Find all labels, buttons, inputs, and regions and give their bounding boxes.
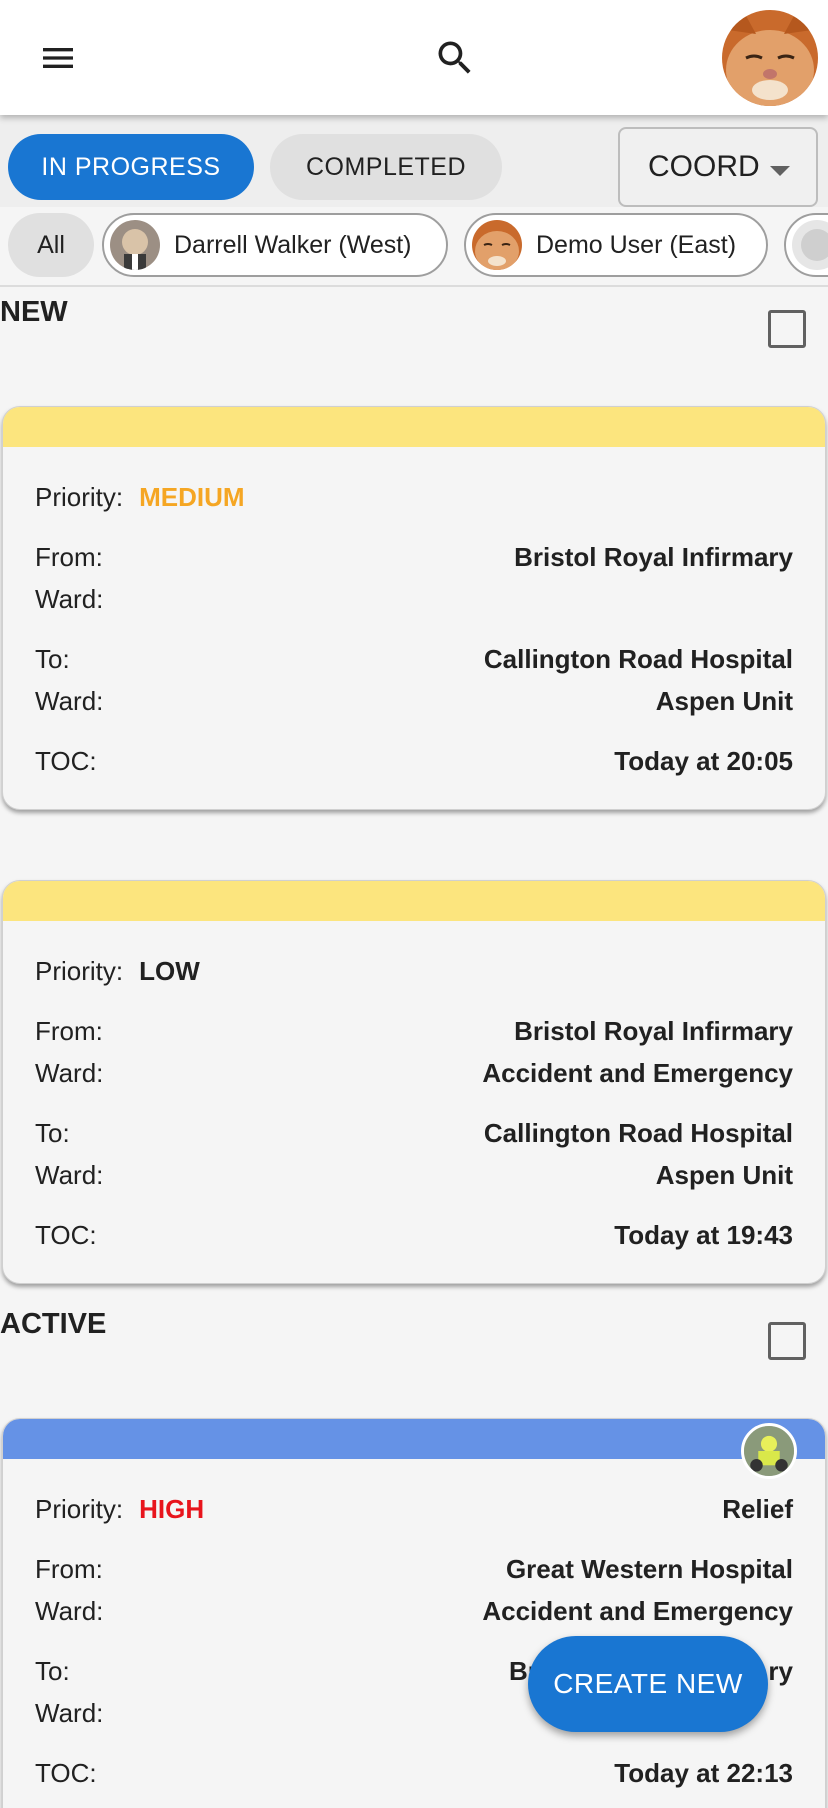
priority-row: Priority: LOW — [35, 953, 793, 989]
from-ward-value: Accident and Emergency — [482, 1057, 793, 1088]
to-ward-row: Ward: Aspen Unit — [35, 683, 793, 719]
select-all-active-checkbox[interactable] — [768, 1322, 806, 1360]
from-value: Bristol Royal Infirmary — [514, 541, 793, 572]
to-value-tail: ry — [768, 1655, 793, 1686]
to-label: To: — [35, 1117, 70, 1148]
chip-user-darrell-walker[interactable]: Darrell Walker (West) — [102, 213, 448, 277]
priority-row: Priority: MEDIUM — [35, 479, 793, 515]
app-bar — [0, 0, 828, 115]
section-title-new: NEW — [0, 296, 68, 328]
to-value: Callington Road Hospital — [483, 1117, 793, 1148]
to-ward-row: Ward: Aspen Unit — [35, 1157, 793, 1193]
to-ward-value: Aspen Unit — [655, 1159, 793, 1190]
priority-value: MEDIUM — [139, 481, 245, 512]
search-button[interactable] — [425, 28, 485, 88]
menu-icon — [43, 48, 73, 68]
section-title-active: ACTIVE — [0, 1308, 107, 1340]
from-ward-value: Accident and Emergency — [482, 1595, 793, 1626]
chip-user-partial[interactable] — [784, 213, 828, 277]
chevron-down-icon — [770, 166, 790, 176]
create-new-button[interactable]: CREATE NEW — [528, 1636, 768, 1732]
priority-label: Priority: — [35, 955, 124, 986]
to-ward-value: Aspen Unit — [655, 685, 793, 716]
chip-label: Demo User (East) — [536, 230, 737, 259]
priority-label: Priority: — [35, 1493, 124, 1524]
from-ward-row: Ward: — [35, 581, 793, 617]
chip-all[interactable]: All — [8, 213, 94, 277]
toc-row: TOC: Today at 20:05 — [35, 743, 793, 779]
ward-label: Ward: — [35, 1057, 104, 1088]
card-status-bar — [3, 1419, 825, 1459]
to-row: To: Callington Road Hospital — [35, 641, 793, 677]
transfer-card[interactable]: Priority: MEDIUM From: Bristol Royal Inf… — [2, 406, 826, 810]
from-value: Bristol Royal Infirmary — [514, 1015, 793, 1046]
ward-label: Ward: — [35, 1159, 104, 1190]
ward-label: Ward: — [35, 1697, 104, 1728]
select-all-new-checkbox[interactable] — [768, 310, 806, 348]
toc-value: Today at 20:05 — [614, 745, 793, 776]
card-status-bar — [3, 407, 825, 447]
from-label: From: — [35, 1015, 103, 1046]
role-select-value: COORD — [648, 150, 760, 183]
toc-label: TOC: — [35, 1219, 97, 1250]
user-avatar — [792, 220, 828, 270]
to-label: To: — [35, 643, 70, 674]
toc-row: TOC: Today at 22:13 — [35, 1755, 793, 1791]
transfer-card[interactable]: Priority: HIGH Relief From: Great Wester… — [2, 1418, 826, 1808]
toc-row: TOC: Today at 19:43 — [35, 1217, 793, 1253]
from-ward-row: Ward: Accident and Emergency — [35, 1055, 793, 1091]
from-row: From: Bristol Royal Infirmary — [35, 1013, 793, 1049]
toc-label: TOC: — [35, 745, 97, 776]
user-avatar — [110, 220, 160, 270]
chip-label: Darrell Walker (West) — [174, 230, 412, 259]
card-status-bar — [3, 881, 825, 921]
tab-in-progress[interactable]: IN PROGRESS — [8, 134, 254, 200]
user-avatar — [472, 220, 522, 270]
transfer-type-tag: Relief — [722, 1493, 793, 1524]
priority-label: Priority: — [35, 481, 124, 512]
priority-value: LOW — [139, 955, 200, 986]
to-value: Callington Road Hospital — [483, 643, 793, 674]
to-row: To: Callington Road Hospital — [35, 1115, 793, 1151]
role-select[interactable]: COORD — [618, 127, 818, 207]
to-label: To: — [35, 1655, 70, 1686]
ward-label: Ward: — [35, 583, 104, 614]
ward-label: Ward: — [35, 1595, 104, 1626]
assignee-avatar — [741, 1423, 797, 1479]
ward-label: Ward: — [35, 685, 104, 716]
transfer-card[interactable]: Priority: LOW From: Bristol Royal Infirm… — [2, 880, 826, 1284]
priority-value: HIGH — [139, 1493, 205, 1524]
profile-avatar[interactable] — [722, 10, 818, 106]
chip-user-demo-user[interactable]: Demo User (East) — [464, 213, 768, 277]
from-label: From: — [35, 1553, 103, 1584]
from-row: From: Great Western Hospital — [35, 1551, 793, 1587]
tab-completed[interactable]: COMPLETED — [270, 134, 502, 200]
user-filter-chips: All Darrell Walker (West) Demo User (Eas… — [0, 207, 828, 287]
toc-label: TOC: — [35, 1757, 97, 1788]
toc-value: Today at 22:13 — [614, 1757, 793, 1788]
search-icon — [438, 41, 471, 74]
from-label: From: — [35, 541, 103, 572]
toc-value: Today at 19:43 — [614, 1219, 793, 1250]
priority-row: Priority: HIGH Relief — [35, 1491, 793, 1527]
from-ward-row: Ward: Accident and Emergency — [35, 1593, 793, 1629]
menu-button[interactable] — [28, 32, 88, 84]
from-row: From: Bristol Royal Infirmary — [35, 539, 793, 575]
filter-row: IN PROGRESS COMPLETED COORD — [0, 115, 828, 207]
from-value: Great Western Hospital — [505, 1553, 793, 1584]
